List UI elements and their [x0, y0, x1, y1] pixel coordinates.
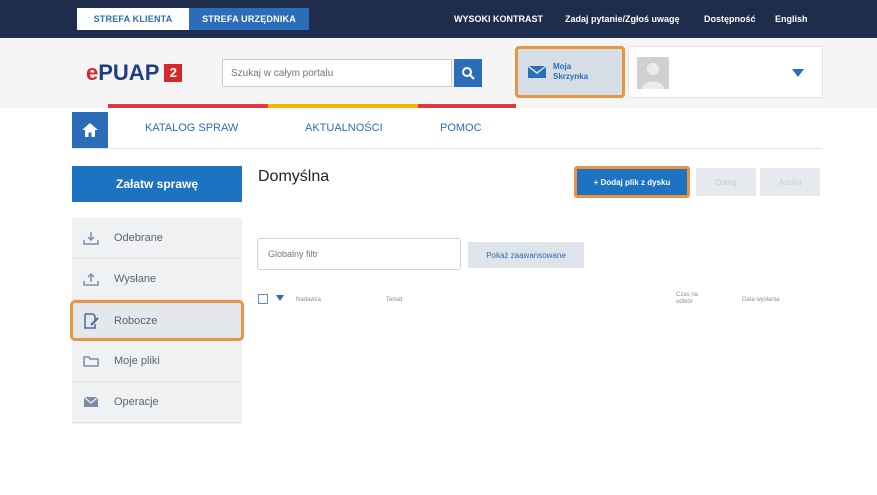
- inbox-download-icon: [82, 230, 100, 246]
- nav-aktualnosci[interactable]: AKTUALNOŚCI: [305, 122, 383, 134]
- zalatw-sprawe-button[interactable]: Załatw sprawę: [72, 166, 242, 202]
- user-silhouette-icon: [642, 63, 664, 89]
- search-icon: [462, 67, 475, 80]
- search-input[interactable]: [222, 59, 452, 87]
- inbox-label: Moja Skrzynka: [553, 62, 588, 82]
- home-button[interactable]: [72, 112, 108, 148]
- logo-e: e: [86, 60, 99, 85]
- sidebar-item-moje-pliki[interactable]: Moje pliki: [72, 341, 242, 382]
- outbox-upload-icon: [82, 271, 100, 287]
- sidebar-item-operacje[interactable]: Operacje: [72, 382, 242, 423]
- color-strip-red: [108, 104, 268, 108]
- column-header-time-line1: Czas na: [676, 292, 699, 298]
- sidebar-item-label: Odebrane: [114, 232, 163, 244]
- draft-edit-icon: [82, 312, 100, 329]
- top-bar-inner: STREFA KLIENTA STREFA URZĘDNIKA WYSOKI K…: [77, 8, 877, 30]
- page-title: Domyślna: [258, 168, 330, 185]
- tab-strefa-klienta[interactable]: STREFA KLIENTA: [77, 8, 189, 30]
- add-file-button[interactable]: + Dodaj plik z dysku: [574, 166, 690, 198]
- nav-pomoc[interactable]: POMOC: [440, 122, 482, 134]
- sort-arrow-icon[interactable]: [276, 295, 284, 301]
- ask-question-link[interactable]: Zadaj pytanie/Zgłoś uwagę: [565, 8, 680, 30]
- sidebar-item-label: Robocze: [114, 314, 158, 327]
- home-icon: [82, 123, 98, 137]
- disabled-button-1[interactable]: Dodaj: [696, 168, 756, 196]
- envelope-icon: [528, 66, 546, 78]
- tab-strefa-urzednika[interactable]: STREFA URZĘDNIKA: [189, 8, 309, 30]
- column-header-time-line2: odbiór: [676, 299, 693, 305]
- user-menu[interactable]: [628, 46, 823, 98]
- column-header-time[interactable]: Czas na odbiór: [676, 292, 698, 306]
- chevron-down-icon[interactable]: [792, 69, 804, 77]
- sidebar-item-robocze[interactable]: Robocze: [70, 300, 244, 341]
- sidebar-item-odebrane[interactable]: Odebrane: [72, 218, 242, 259]
- color-strip-red-2: [418, 104, 516, 108]
- sidebar-item-label: Wysłane: [114, 273, 157, 285]
- logo-text: PUAP: [98, 60, 160, 85]
- accessibility-link[interactable]: Dostępność: [704, 8, 756, 30]
- nav-katalog-spraw[interactable]: KATALOG SPRAW: [145, 122, 238, 134]
- column-header-subject[interactable]: Temat: [386, 297, 402, 304]
- my-inbox-button[interactable]: Moja Skrzynka: [515, 46, 625, 98]
- select-all-checkbox[interactable]: [258, 294, 268, 304]
- inbox-label-line1: Moja: [553, 62, 572, 71]
- envelope-icon: [82, 394, 100, 410]
- disabled-button-2[interactable]: Anuluj: [760, 168, 820, 196]
- high-contrast-link[interactable]: WYSOKI KONTRAST: [454, 8, 543, 30]
- global-filter-input[interactable]: [257, 238, 461, 270]
- inbox-label-line2: Skrzynka: [553, 72, 589, 81]
- sidebar: Odebrane Wysłane Robocze Moje pliki Oper…: [70, 218, 244, 424]
- folder-icon: [82, 353, 100, 369]
- avatar: [637, 57, 669, 89]
- nav-divider: [72, 148, 822, 149]
- search-button[interactable]: [454, 59, 482, 87]
- english-link[interactable]: English: [775, 8, 808, 30]
- color-strip-yellow: [268, 104, 418, 108]
- show-advanced-button[interactable]: Pokaż zaawansowane: [468, 242, 584, 268]
- sidebar-item-label: Moje pliki: [114, 355, 160, 367]
- top-bar: STREFA KLIENTA STREFA URZĘDNIKA WYSOKI K…: [0, 0, 877, 38]
- logo-badge: 2: [164, 64, 183, 82]
- column-header-sender[interactable]: Nadawca: [296, 297, 321, 304]
- sidebar-item-label: Operacje: [114, 396, 159, 408]
- epuap-logo[interactable]: e PUAP 2: [86, 60, 183, 86]
- sidebar-item-wyslane[interactable]: Wysłane: [72, 259, 242, 300]
- column-header-date[interactable]: Data wysłania: [742, 297, 779, 304]
